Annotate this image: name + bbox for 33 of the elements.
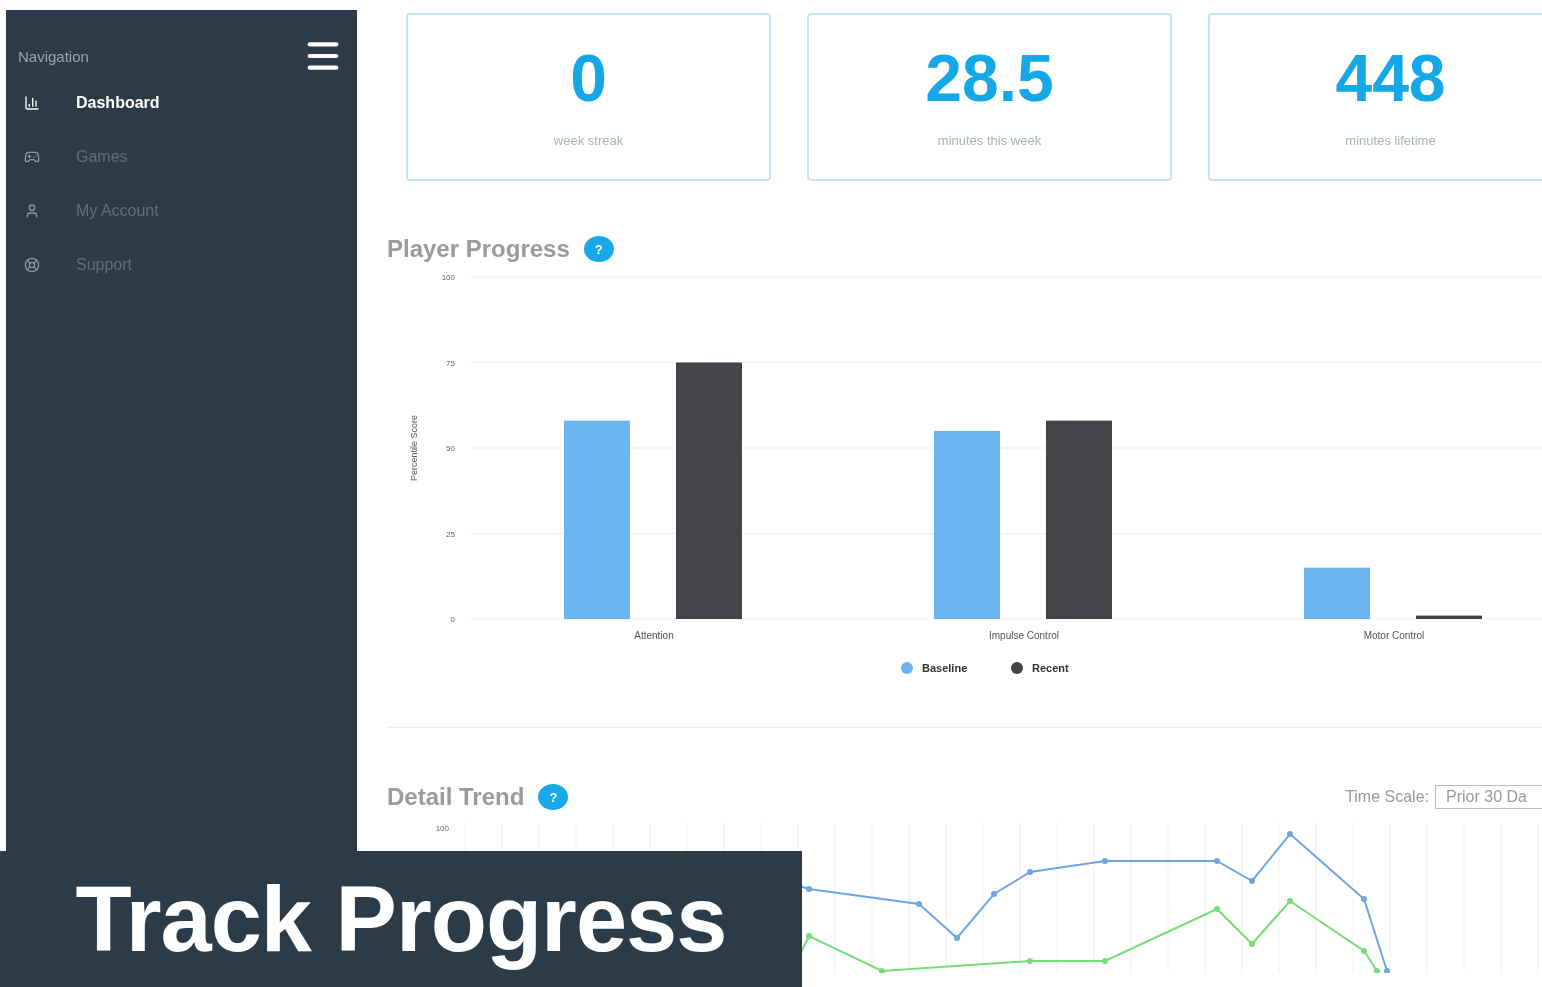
legend-label: Recent: [1032, 662, 1069, 674]
help-badge[interactable]: ?: [583, 236, 614, 262]
sidebar-title: Navigation: [18, 47, 89, 65]
axis-tick: 0: [450, 615, 455, 624]
bar: [1416, 615, 1482, 619]
stat-label: minutes this week: [937, 133, 1042, 148]
time-scale-select[interactable]: Prior 30 Da: [1435, 785, 1542, 809]
bar-chart-icon: [24, 95, 40, 111]
legend-label: Baseline: [922, 662, 968, 674]
time-scale-label: Time Scale:: [1345, 788, 1429, 806]
nav-item[interactable]: Dashboard: [18, 76, 343, 130]
stat-label: minutes lifetime: [1345, 133, 1436, 148]
axis-tick: 100: [435, 824, 449, 833]
lifebuoy-icon: [24, 257, 40, 273]
banner-title: Track Progress: [75, 866, 727, 972]
stat-value: 0: [570, 45, 607, 111]
section-title: Detail Trend: [387, 783, 525, 811]
stat-label: week streak: [553, 133, 624, 148]
stat-value: 28.5: [925, 45, 1054, 111]
category-label: Motor Control: [1363, 630, 1425, 641]
gamepad-icon: [24, 149, 40, 165]
axis-tick: 100: [441, 273, 455, 282]
axis-tick: 75: [446, 358, 455, 368]
section-title: Player Progress: [387, 235, 570, 263]
help-badge[interactable]: ?: [538, 784, 569, 810]
axis-title: Percentile Score: [409, 415, 419, 481]
category-label: Attention: [634, 630, 674, 641]
person-icon: [24, 203, 40, 219]
stat-value: 448: [1335, 45, 1446, 111]
category-label: Impulse Control: [989, 630, 1059, 641]
axis-tick: 50: [446, 444, 455, 453]
bar: [1304, 567, 1370, 619]
axis-tick: 25: [446, 529, 455, 539]
